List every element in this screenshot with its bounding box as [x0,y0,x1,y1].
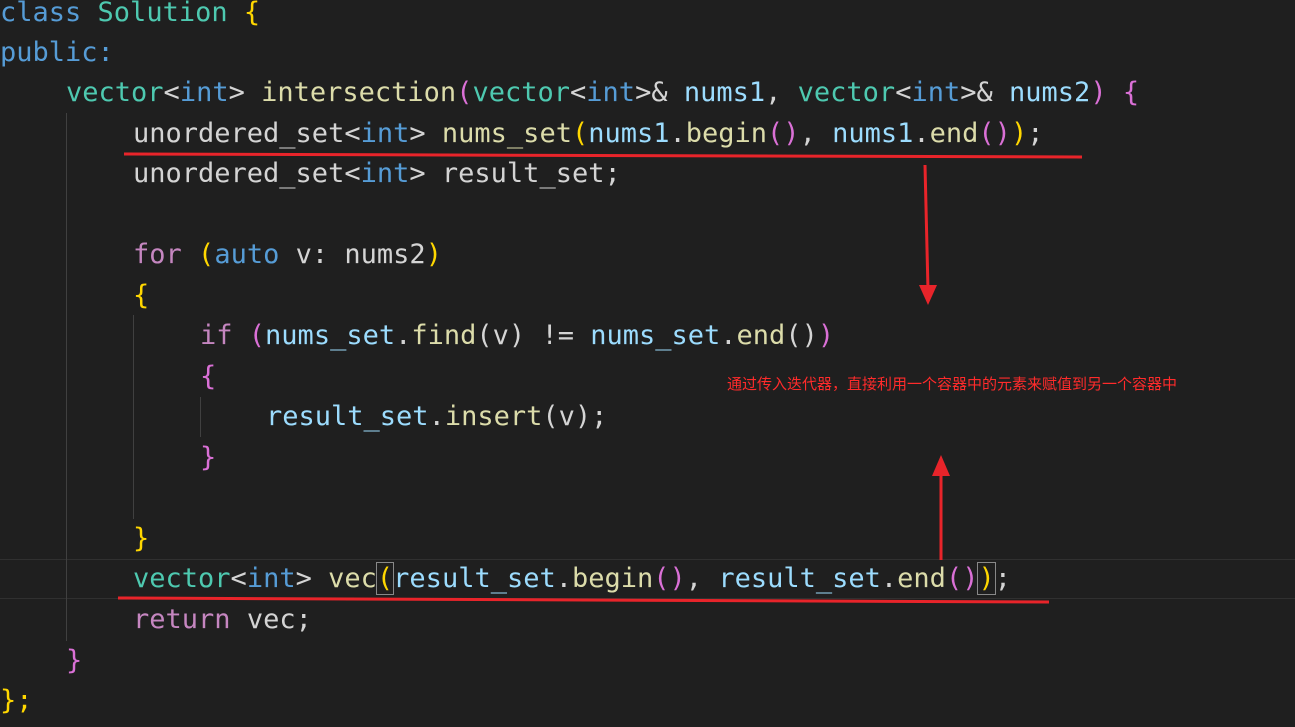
underline-vec [117,596,1050,604]
underline-nums-set [123,152,1083,159]
arrow-down-shaft [923,164,930,291]
annotation-text: 通过传入迭代器，直接利用一个容器中的元素来赋值到另一个容器中 [727,375,1178,393]
arrow-down-head [919,285,937,305]
arrow-up-head [932,455,950,476]
code-editor[interactable]: class Solution { public: vector<int> int… [0,0,1295,727]
annotation-overlay [117,152,1083,604]
